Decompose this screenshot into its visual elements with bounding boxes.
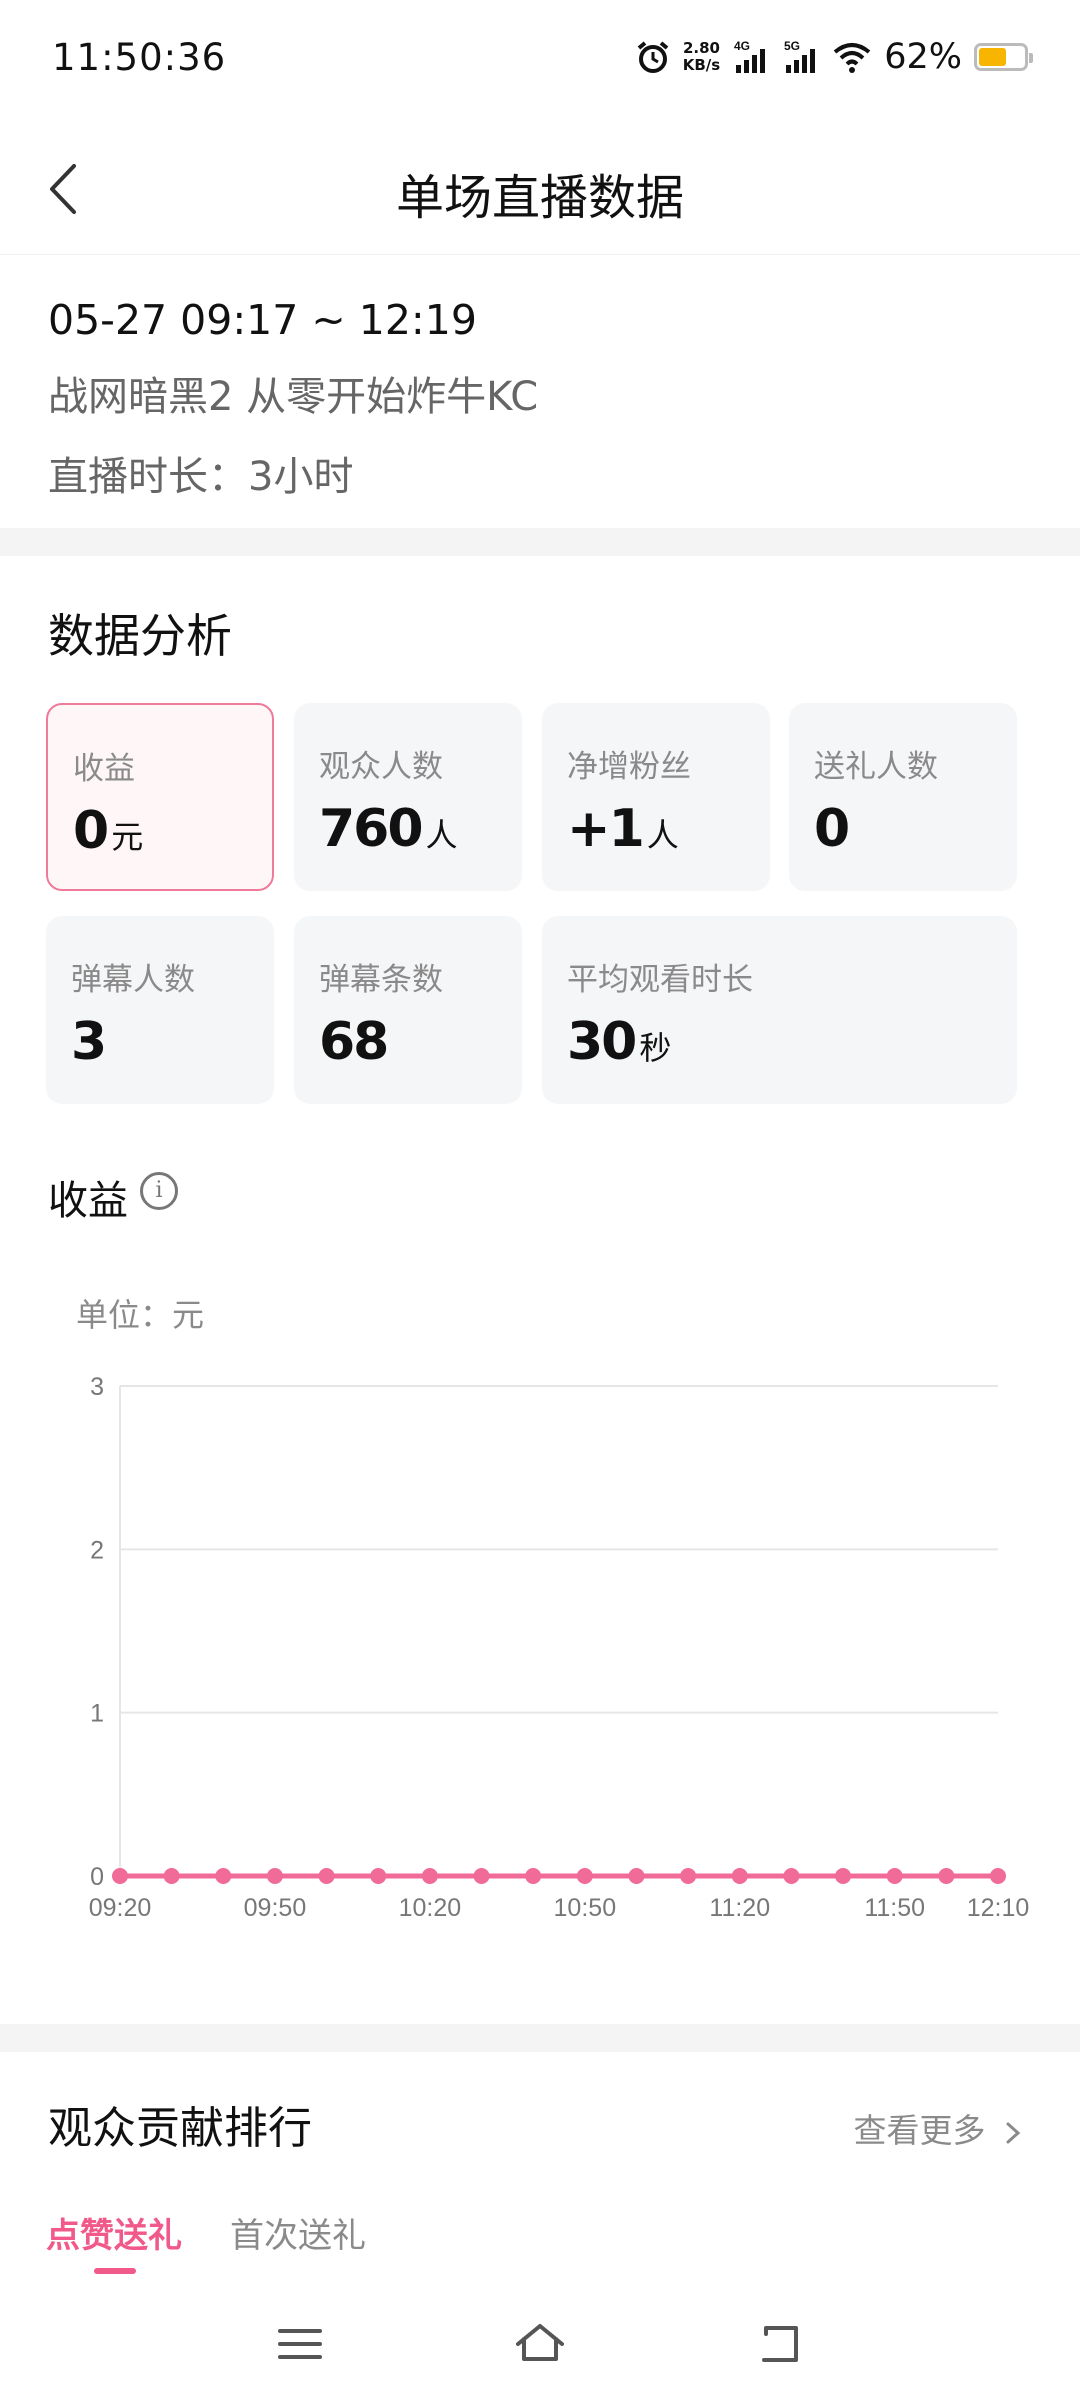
revenue-data-point xyxy=(266,1868,283,1884)
x-tick-label: 10:50 xyxy=(554,1894,617,1922)
back-icon[interactable] xyxy=(750,2314,810,2374)
chart-unit-label: 单位：元 xyxy=(76,1296,205,1334)
revenue-data-point xyxy=(783,1868,800,1884)
stat-card-gifters[interactable]: 送礼人数 0 xyxy=(789,703,1017,891)
alarm-icon xyxy=(637,41,669,73)
battery-level xyxy=(979,48,1007,66)
network-speed: 2.80 KB/s xyxy=(682,39,721,74)
system-nav-bar xyxy=(0,2290,1080,2400)
revenue-data-point xyxy=(370,1868,387,1884)
x-tick-label: 11:50 xyxy=(864,1894,925,1922)
x-tick-label: 10:20 xyxy=(399,1894,462,1922)
y-tick-label: 3 xyxy=(90,1373,104,1401)
analysis-title: 数据分析 xyxy=(48,609,232,663)
session-name: 战网暗黑2 从零开始炸牛KC xyxy=(48,374,539,420)
wifi-icon xyxy=(833,43,871,73)
x-tick-label: 09:20 xyxy=(89,1894,152,1922)
revenue-data-point xyxy=(628,1868,645,1884)
battery-icon xyxy=(974,43,1033,71)
page: 11:50:36 2.80 KB/s 4G 5G 62% 单场直播数据 05-2… xyxy=(0,0,1080,2400)
revenue-chart: 0 1 2 3 09:20 09:50 10:20 10:50 11:20 11:50 12:10 xyxy=(89,1373,1030,1922)
tab-likes-gifts[interactable]: 点赞送礼 xyxy=(46,2208,182,2257)
revenue-data-point xyxy=(731,1868,748,1884)
x-tick-label: 11:20 xyxy=(709,1894,770,1922)
revenue-data-point xyxy=(112,1868,128,1884)
tab-active-indicator xyxy=(94,2268,136,2274)
stat-card-new-fans[interactable]: 净增粉丝 +1 人 xyxy=(542,703,770,891)
battery-percent: 62% xyxy=(884,37,962,77)
info-icon[interactable]: i xyxy=(140,1172,178,1210)
revenue-data-point xyxy=(421,1868,438,1884)
revenue-data-point xyxy=(525,1868,542,1884)
ranking-title: 观众贡献排行 xyxy=(48,2103,312,2154)
status-time: 11:50:36 xyxy=(52,36,227,79)
home-icon[interactable] xyxy=(510,2314,570,2374)
revenue-data-point xyxy=(835,1868,852,1884)
session-info: 05-27 09:17 ~ 12:19 战网暗黑2 从零开始炸牛KC 直播时长：… xyxy=(48,296,538,502)
stat-card-revenue[interactable]: 收益 0元 xyxy=(46,703,274,891)
revenue-data-point xyxy=(163,1868,180,1884)
stat-card-danmaku-count[interactable]: 弹幕条数 68 xyxy=(294,916,522,1104)
y-tick-label: 2 xyxy=(90,1536,104,1564)
stat-card-danmaku-users[interactable]: 弹幕人数 3 xyxy=(46,916,274,1104)
chevron-right-icon xyxy=(1006,2122,1021,2143)
revenue-data-point xyxy=(576,1868,593,1884)
stat-card-avg-watch-time[interactable]: 平均观看时长 30 秒 xyxy=(542,916,1017,1104)
section-divider xyxy=(0,528,1080,556)
x-tick-label: 09:50 xyxy=(244,1894,307,1922)
revenue-title: 收益 xyxy=(48,1178,128,1224)
revenue-data-point xyxy=(990,1868,1006,1884)
status-icons: 2.80 KB/s 4G 5G 62% xyxy=(635,34,1033,80)
stat-card-viewers[interactable]: 观众人数 760 人 xyxy=(294,703,522,891)
tab-first-gift[interactable]: 首次送礼 xyxy=(230,2208,366,2257)
page-title: 单场直播数据 xyxy=(395,170,684,226)
signal-5g-icon: 5G xyxy=(784,39,816,73)
menu-icon[interactable] xyxy=(270,2314,330,2374)
revenue-data-point xyxy=(886,1868,903,1884)
signal-4g-icon: 4G xyxy=(734,39,766,73)
session-duration: 直播时长：3小时 xyxy=(48,454,354,500)
section-divider xyxy=(0,2024,1080,2052)
y-tick-label: 0 xyxy=(90,1863,104,1891)
header: 单场直播数据 xyxy=(0,120,1080,255)
y-tick-label: 1 xyxy=(90,1700,104,1728)
svg-text:4G: 4G xyxy=(734,39,750,53)
revenue-data-point xyxy=(680,1868,697,1884)
revenue-data-point xyxy=(473,1868,490,1884)
status-bar: 11:50:36 2.80 KB/s 4G 5G 62% xyxy=(0,0,1080,120)
view-more-link[interactable]: 查看更多 xyxy=(854,2104,1025,2152)
revenue-data-point xyxy=(938,1868,955,1884)
x-tick-label: 12:10 xyxy=(967,1894,1030,1922)
revenue-data-point xyxy=(318,1868,335,1884)
session-time-range: 05-27 09:17 ~ 12:19 xyxy=(48,296,477,344)
svg-text:5G: 5G xyxy=(784,39,800,53)
revenue-data-point xyxy=(215,1868,232,1884)
